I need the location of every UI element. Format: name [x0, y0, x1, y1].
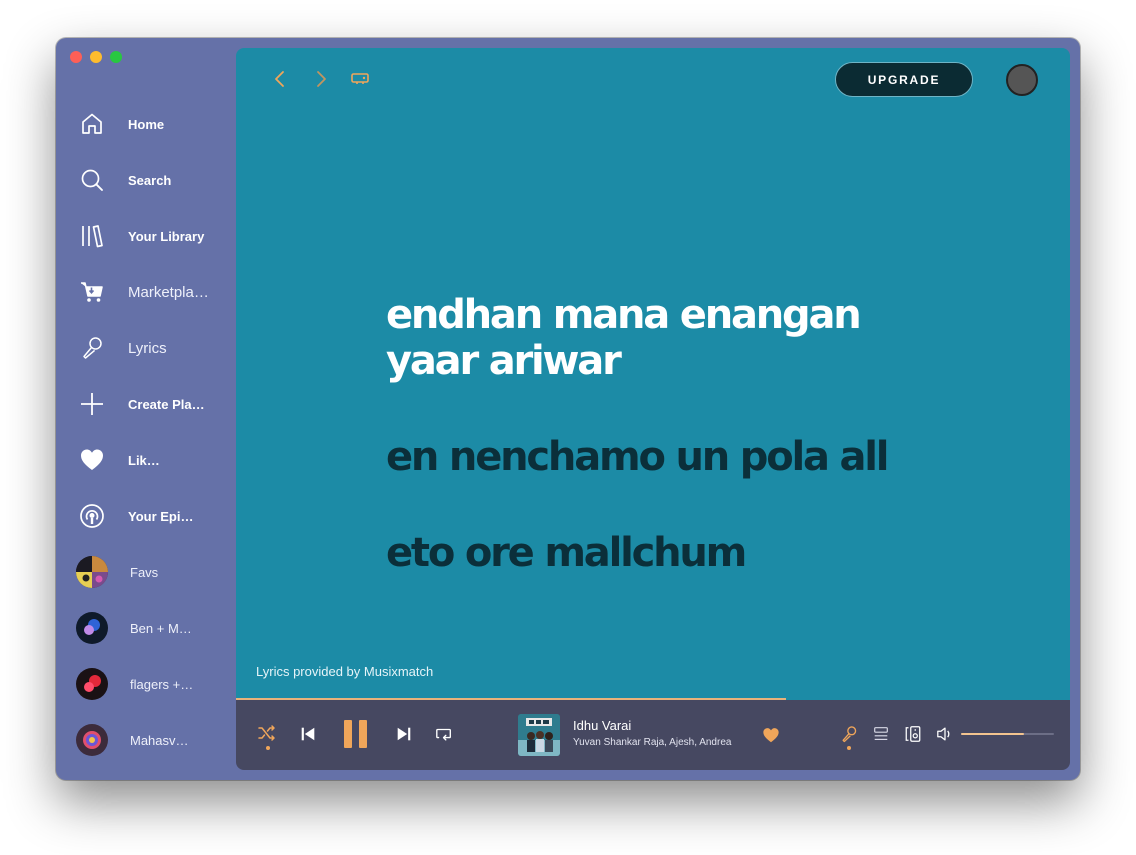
sidebar-playlist-ben[interactable]: Ben + M… [76, 612, 192, 644]
microphone-icon [78, 334, 106, 362]
home-icon [78, 110, 106, 138]
repeat-button[interactable] [434, 724, 454, 744]
mute-button[interactable] [935, 724, 955, 744]
podcast-icon [78, 502, 106, 530]
lyrics-provider: Lyrics provided by Musixmatch [256, 664, 434, 679]
lyrics-block: endhan mana enangan yaar ariwar en nench… [386, 292, 1006, 576]
sidebar-item-label: Create Pla… [128, 396, 205, 412]
playlist-label: flagers +… [130, 676, 194, 692]
playlist-cover [76, 612, 108, 644]
previous-button[interactable] [298, 724, 318, 744]
player-bar: Idhu Varai Yuvan Shankar Raja, Ajesh, An… [236, 700, 1070, 770]
heart-icon [763, 728, 779, 743]
sidebar-playlist-favs[interactable]: Favs [76, 556, 158, 588]
shuffle-button[interactable] [257, 723, 277, 743]
shuffle-icon [258, 725, 275, 741]
album-art[interactable] [518, 714, 560, 756]
sidebar-item-label: Home [128, 116, 165, 132]
cart-icon [78, 278, 106, 306]
playlist-cover [76, 556, 108, 588]
avatar[interactable] [1006, 64, 1038, 96]
skip-back-icon [301, 727, 315, 741]
sidebar-item-library[interactable]: Your Library [78, 220, 204, 252]
app-window: Home Search Your Library Marketpla… Lyri [56, 38, 1080, 780]
queue-button[interactable] [871, 724, 891, 744]
pause-button[interactable] [340, 718, 372, 750]
sidebar-item-marketplace[interactable]: Marketpla… [78, 276, 209, 308]
like-button[interactable] [761, 725, 781, 745]
sidebar-item-home[interactable]: Home [78, 108, 164, 140]
next-button[interactable] [394, 724, 414, 744]
lyric-line-upcoming: eto ore mallchum [386, 530, 747, 576]
track-title[interactable]: Idhu Varai [573, 718, 631, 733]
shuffle-active-indicator [266, 746, 270, 750]
sidebar-item-lyrics[interactable]: Lyrics [78, 332, 167, 364]
sidebar-playlist-mahasv[interactable]: Mahasv… [76, 724, 189, 756]
search-icon [78, 166, 106, 194]
sidebar-playlist-flagers[interactable]: flagers +… [76, 668, 193, 700]
sidebar-item-liked-songs[interactable]: Lik… [78, 444, 251, 476]
forward-icon[interactable] [310, 68, 332, 90]
heart-icon [78, 446, 106, 474]
sidebar-item-label: Search [128, 172, 172, 188]
back-icon[interactable] [269, 68, 291, 90]
volume-slider[interactable] [961, 733, 1054, 735]
track-artist[interactable]: Yuvan Shankar Raja, Ajesh, Andrea [573, 737, 731, 748]
plus-icon [78, 390, 106, 418]
pause-icon [344, 720, 367, 748]
sidebar-item-search[interactable]: Search [78, 164, 171, 196]
skip-forward-icon [397, 727, 411, 741]
playlist-cover [76, 724, 108, 756]
queue-icon [874, 727, 888, 740]
playlist-cover [76, 668, 108, 700]
playlist-label: Favs [130, 564, 159, 580]
speaker-device-icon [905, 726, 921, 742]
sidebar-item-your-episodes[interactable]: Your Epi… [78, 500, 193, 532]
sidebar-item-label: Your Epi… [128, 508, 194, 524]
connect-device-button[interactable] [903, 724, 923, 744]
sidebar-item-label: Marketpla… [128, 283, 209, 301]
repeat-icon [436, 728, 451, 741]
volume-icon [937, 727, 950, 741]
sidebar-item-create-playlist[interactable]: Create Pla… [78, 388, 205, 420]
playlist-label: Mahasv… [130, 732, 189, 748]
sidebar-item-label: Lik… [128, 452, 160, 468]
sidebar: Home Search Your Library Marketpla… Lyri [56, 38, 251, 780]
lyric-line-active: yaar ariwar [386, 338, 622, 384]
upgrade-button[interactable]: UPGRADE [835, 62, 973, 97]
device-icon[interactable] [349, 68, 371, 90]
lyrics-view: UPGRADE endhan mana enangan yaar ariwar … [236, 48, 1070, 700]
sidebar-item-label: Lyrics [128, 339, 167, 357]
microphone-icon [842, 726, 857, 743]
lyrics-active-indicator [847, 746, 851, 750]
playlist-label: Ben + M… [130, 620, 192, 636]
lyrics-toggle-button[interactable] [839, 724, 859, 744]
library-icon [78, 222, 106, 250]
volume-slider-fill [961, 733, 1025, 735]
sidebar-item-label: Your Library [128, 228, 205, 244]
lyric-line-active: endhan mana enangan [386, 292, 862, 338]
lyric-line-upcoming: en nenchamo un pola all [386, 434, 890, 480]
